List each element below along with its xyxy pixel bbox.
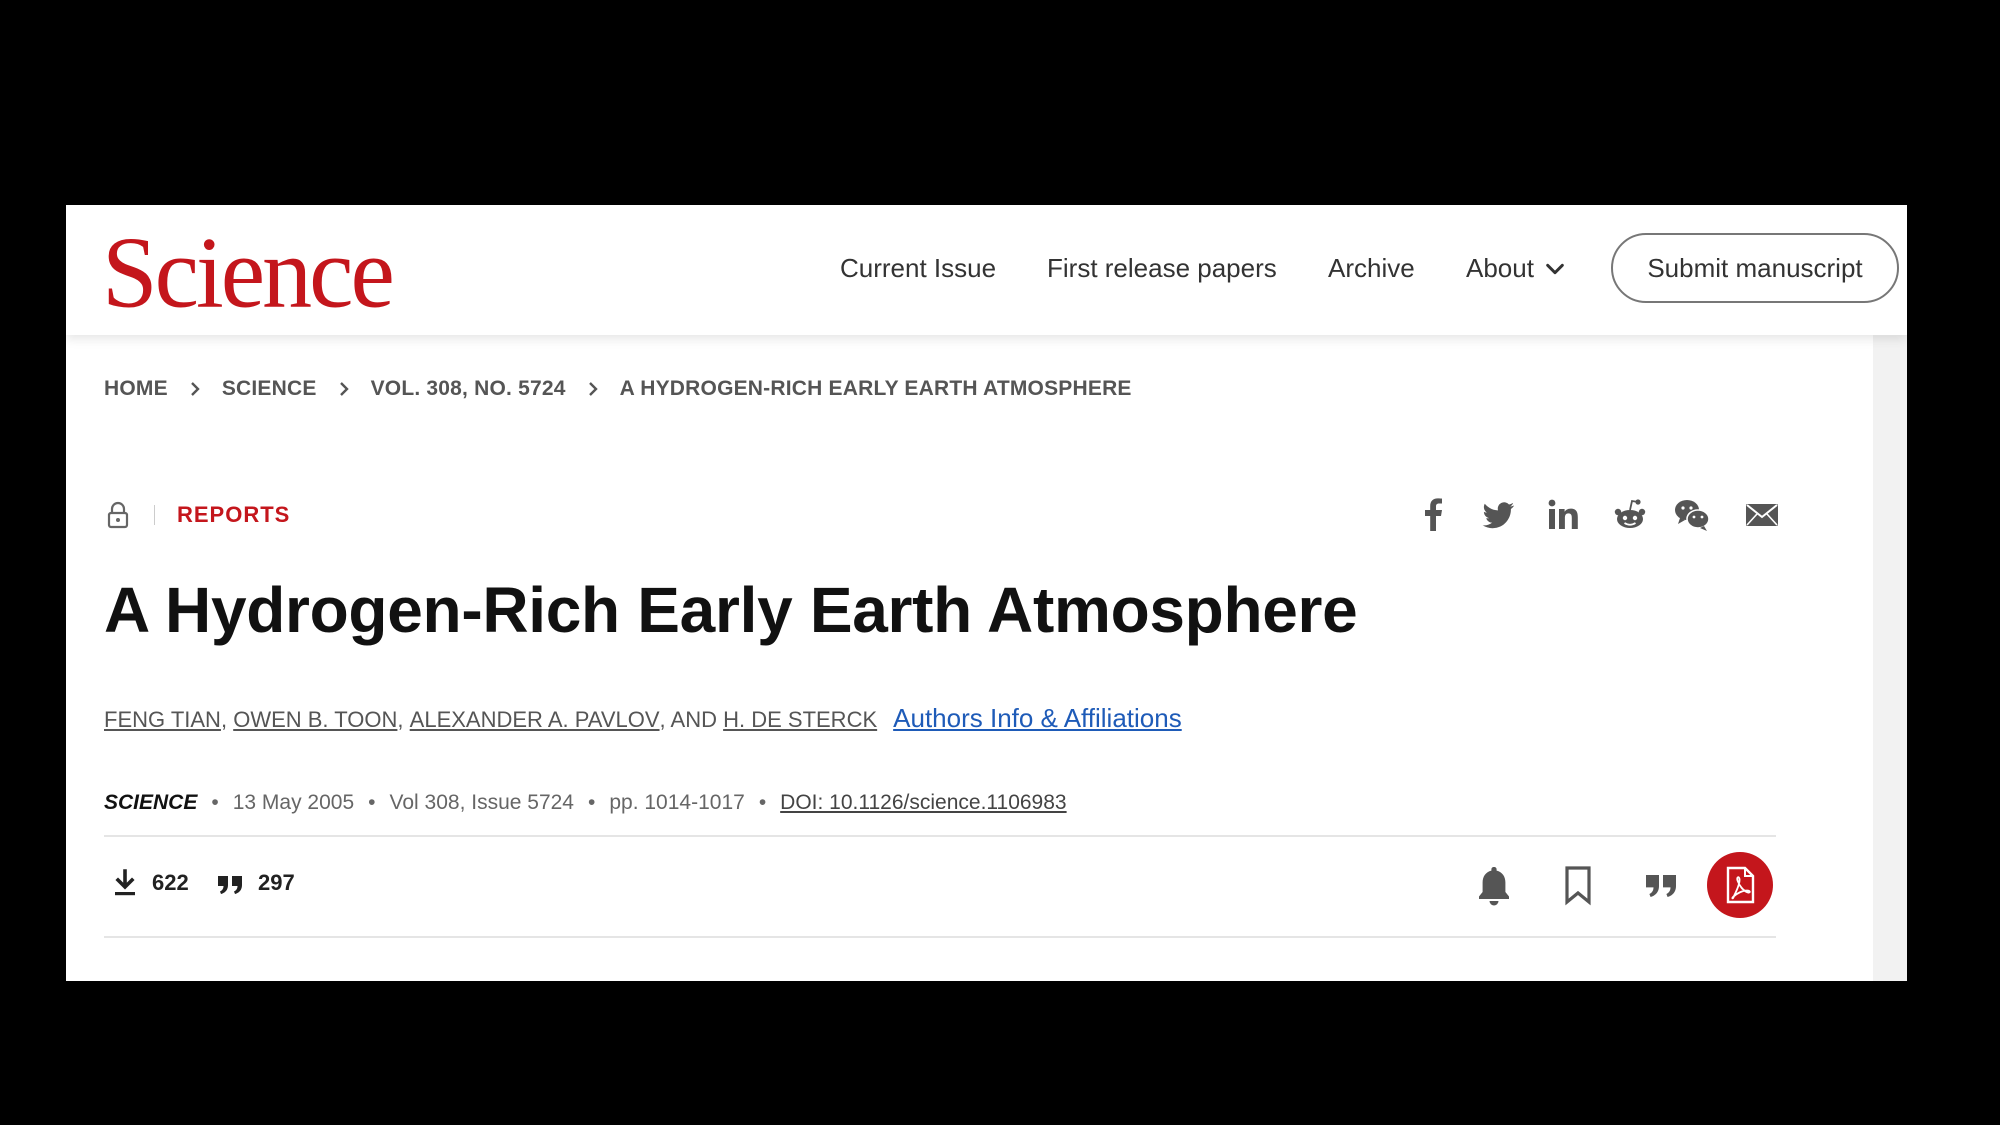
science-logo[interactable]: Science (102, 221, 395, 324)
reddit-icon (1614, 499, 1646, 528)
author-link[interactable]: OWEN B. TOON (233, 707, 397, 733)
twitter-icon (1482, 502, 1515, 529)
author-separator: , (397, 707, 404, 732)
share-facebook[interactable] (1416, 492, 1452, 538)
authors-info-affiliations-link[interactable]: Authors Info & Affiliations (893, 703, 1182, 734)
nav-first-release-papers[interactable]: First release papers (1047, 253, 1277, 284)
author-list: FENG TIAN, OWEN B. TOON, ALEXANDER A. PA… (104, 703, 1182, 734)
nav-archive[interactable]: Archive (1328, 253, 1415, 284)
scroll-gutter (1873, 335, 1907, 981)
download-count-value: 622 (152, 870, 189, 895)
nav-current-issue[interactable]: Current Issue (840, 253, 996, 284)
chevron-right-icon (588, 382, 598, 396)
author-separator: , (220, 707, 228, 732)
divider (104, 835, 1776, 837)
journal-name[interactable]: SCIENCE (104, 791, 197, 815)
divider (104, 936, 1776, 938)
lock-icon (107, 501, 129, 529)
meta-dot: • (368, 791, 376, 814)
breadcrumb: HOME SCIENCE VOL. 308, NO. 5724 A HYDROG… (104, 374, 1132, 404)
breadcrumb-volume[interactable]: VOL. 308, NO. 5724 (371, 377, 566, 401)
cite-quote-icon[interactable] (1642, 863, 1682, 907)
doi-link[interactable]: DOI: 10.1126/science.1106983 (780, 791, 1066, 815)
publication-date: 13 May 2005 (232, 791, 355, 814)
site-header: Science Current Issue First release pape… (66, 205, 1907, 335)
share-reddit[interactable] (1612, 492, 1648, 538)
email-icon (1746, 504, 1778, 526)
publication-meta: SCIENCE • 13 May 2005 • Vol 308, Issue 5… (104, 791, 1067, 815)
citation-count: 297 (216, 868, 295, 898)
article-type[interactable]: REPORTS (177, 502, 290, 528)
share-email[interactable] (1744, 492, 1780, 538)
chevron-down-icon (1546, 263, 1564, 274)
breadcrumb-home[interactable]: HOME (104, 377, 168, 401)
linkedin-icon (1548, 499, 1578, 529)
share-wechat[interactable] (1674, 492, 1710, 538)
bookmark-icon[interactable] (1558, 863, 1598, 907)
pdf-download-button[interactable] (1707, 852, 1773, 918)
meta-dot: • (211, 791, 219, 814)
chevron-right-icon (190, 382, 200, 396)
share-linkedin[interactable] (1546, 492, 1582, 538)
author-link[interactable]: H. DE STERCK (723, 707, 877, 733)
submit-manuscript-button[interactable]: Submit manuscript (1611, 233, 1899, 303)
page: Science Current Issue First release pape… (66, 205, 1907, 981)
volume-issue: Vol 308, Issue 5724 (389, 791, 574, 814)
article-title: A Hydrogen-Rich Early Earth Atmosphere (104, 574, 1358, 646)
chevron-right-icon (339, 382, 349, 396)
bell-icon[interactable] (1474, 863, 1514, 907)
author-link[interactable]: ALEXANDER A. PAVLOV (410, 707, 660, 733)
meta-dot: • (587, 791, 596, 814)
wechat-icon (1675, 500, 1710, 531)
share-twitter[interactable] (1480, 492, 1516, 538)
divider (154, 505, 155, 525)
citation-count-value: 297 (258, 870, 295, 895)
breadcrumb-science[interactable]: SCIENCE (222, 377, 317, 401)
author-and: , AND (659, 707, 717, 732)
author-link[interactable]: FENG TIAN (104, 707, 221, 733)
nav-about-label: About (1466, 253, 1534, 283)
meta-dot: • (758, 791, 767, 814)
nav-about[interactable]: About (1466, 253, 1566, 284)
quote-icon (218, 876, 242, 894)
pdf-icon (1726, 866, 1755, 904)
download-count: 622 (110, 868, 189, 898)
download-icon (115, 869, 135, 896)
facebook-icon (1425, 498, 1442, 531)
page-range: pp. 1014-1017 (609, 791, 745, 814)
breadcrumb-current: A HYDROGEN-RICH EARLY EARTH ATMOSPHERE (619, 377, 1132, 400)
